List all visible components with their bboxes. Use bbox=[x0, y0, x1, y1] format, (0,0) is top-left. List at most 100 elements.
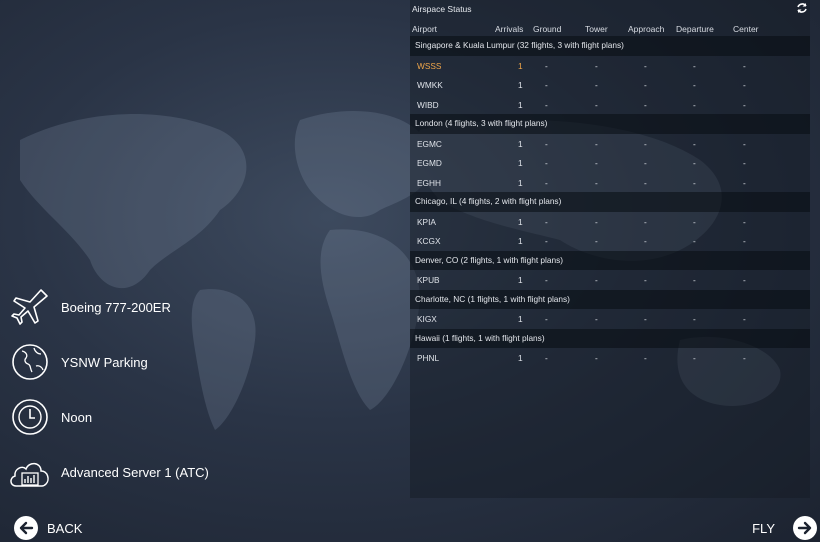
status-cell: - bbox=[595, 353, 598, 363]
location-selector[interactable]: YSNW Parking bbox=[8, 338, 388, 386]
status-cell: - bbox=[545, 60, 548, 71]
table-header: Airport Arrivals Ground Tower Approach D… bbox=[410, 24, 810, 35]
status-cell: - bbox=[545, 236, 548, 246]
airspace-status-panel: Airspace Status Airport Arrivals Ground … bbox=[410, 0, 810, 498]
status-cell: - bbox=[693, 236, 696, 246]
airport-code: EGMC bbox=[417, 138, 442, 149]
airport-code: KIGX bbox=[417, 314, 437, 324]
back-button[interactable]: BACK bbox=[14, 515, 82, 541]
status-cell: - bbox=[595, 177, 598, 188]
table-row[interactable]: KPIA 1 - - - - - bbox=[410, 212, 810, 232]
status-cell: - bbox=[595, 158, 598, 168]
status-cell: - bbox=[644, 216, 647, 227]
status-cell: - bbox=[595, 60, 598, 71]
panel-title: Airspace Status bbox=[412, 4, 472, 14]
status-cell: - bbox=[743, 275, 746, 285]
table-row[interactable]: PHNL 1 - - - - - bbox=[410, 348, 810, 368]
arrivals-count: 1 bbox=[518, 314, 523, 324]
table-row[interactable]: KIGX 1 - - - - - bbox=[410, 309, 810, 329]
table-row[interactable]: WIBD 1 - - - - - bbox=[410, 95, 810, 115]
status-cell: - bbox=[545, 314, 548, 324]
table-row[interactable]: WMKK 1 - - - - - bbox=[410, 75, 810, 95]
table-row[interactable]: WSSS 1 - - - - - bbox=[410, 56, 810, 76]
status-cell: - bbox=[545, 80, 548, 90]
table-row[interactable]: EGMD 1 - - - - - bbox=[410, 153, 810, 173]
status-cell: - bbox=[743, 158, 746, 168]
server-cloud-icon bbox=[8, 450, 52, 494]
status-cell: - bbox=[644, 177, 647, 188]
airspace-table: Singapore & Kuala Lumpur (32 flights, 3 … bbox=[410, 36, 810, 368]
status-cell: - bbox=[595, 138, 598, 149]
table-row[interactable]: KCGX 1 - - - - - bbox=[410, 231, 810, 251]
airport-code: KPIA bbox=[417, 216, 436, 227]
status-cell: - bbox=[595, 314, 598, 324]
col-arrivals: Arrivals bbox=[495, 24, 524, 34]
status-cell: - bbox=[743, 177, 746, 188]
globe-icon bbox=[8, 340, 52, 384]
status-cell: - bbox=[644, 138, 647, 149]
airport-code: KPUB bbox=[417, 275, 440, 285]
table-row[interactable]: KPUB 1 - - - - - bbox=[410, 270, 810, 290]
status-cell: - bbox=[743, 353, 746, 363]
status-cell: - bbox=[693, 60, 696, 71]
location-label: YSNW Parking bbox=[61, 354, 148, 370]
col-airport: Airport bbox=[412, 24, 438, 34]
aircraft-selector[interactable]: Boeing 777-200ER bbox=[8, 283, 388, 331]
status-cell: - bbox=[644, 314, 647, 324]
status-cell: - bbox=[644, 158, 647, 168]
airport-code: EGHH bbox=[417, 177, 441, 188]
status-cell: - bbox=[693, 80, 696, 90]
back-label: BACK bbox=[47, 520, 83, 536]
arrivals-count: 1 bbox=[518, 236, 523, 246]
arrivals-count: 1 bbox=[518, 216, 523, 227]
arrivals-count: 1 bbox=[518, 138, 523, 149]
col-departure: Departure bbox=[676, 24, 714, 34]
status-cell: - bbox=[743, 138, 746, 149]
time-selector[interactable]: Noon bbox=[8, 393, 388, 441]
arrivals-count: 1 bbox=[518, 99, 523, 110]
region-group-header: London (4 flights, 3 with flight plans) bbox=[410, 114, 810, 134]
status-cell: - bbox=[545, 177, 548, 188]
airport-code: EGMD bbox=[417, 158, 442, 168]
region-group-header: Denver, CO (2 flights, 1 with flight pla… bbox=[410, 250, 810, 270]
col-center: Center bbox=[733, 24, 759, 34]
aircraft-label: Boeing 777-200ER bbox=[61, 299, 171, 315]
table-row[interactable]: EGMC 1 - - - - - bbox=[410, 134, 810, 154]
arrivals-count: 1 bbox=[518, 275, 523, 285]
region-group-header: Singapore & Kuala Lumpur (32 flights, 3 … bbox=[410, 36, 810, 56]
status-cell: - bbox=[743, 99, 746, 110]
status-cell: - bbox=[545, 275, 548, 285]
status-cell: - bbox=[693, 158, 696, 168]
status-cell: - bbox=[644, 60, 647, 71]
airplane-icon bbox=[8, 285, 52, 329]
status-cell: - bbox=[693, 314, 696, 324]
table-row[interactable]: EGHH 1 - - - - - bbox=[410, 173, 810, 193]
server-label: Advanced Server 1 (ATC) bbox=[61, 464, 209, 480]
col-tower: Tower bbox=[585, 24, 608, 34]
status-cell: - bbox=[595, 275, 598, 285]
status-cell: - bbox=[545, 158, 548, 168]
status-cell: - bbox=[743, 80, 746, 90]
fly-label: FLY bbox=[752, 520, 775, 536]
time-label: Noon bbox=[61, 409, 93, 425]
status-cell: - bbox=[693, 216, 696, 227]
fly-button[interactable]: FLY bbox=[752, 515, 817, 541]
status-cell: - bbox=[545, 99, 548, 110]
arrow-left-icon bbox=[14, 516, 38, 540]
airport-code: WIBD bbox=[417, 99, 439, 110]
status-cell: - bbox=[743, 314, 746, 324]
status-cell: - bbox=[743, 236, 746, 246]
status-cell: - bbox=[693, 99, 696, 110]
status-cell: - bbox=[743, 60, 746, 71]
status-cell: - bbox=[693, 353, 696, 363]
status-cell: - bbox=[644, 236, 647, 246]
status-cell: - bbox=[545, 216, 548, 227]
airport-code: WMKK bbox=[417, 80, 443, 90]
refresh-icon[interactable] bbox=[796, 2, 808, 14]
col-ground: Ground bbox=[533, 24, 562, 34]
status-cell: - bbox=[693, 138, 696, 149]
server-selector[interactable]: Advanced Server 1 (ATC) bbox=[8, 448, 388, 496]
region-group-header: Chicago, IL (4 flights, 2 with flight pl… bbox=[410, 192, 810, 212]
status-cell: - bbox=[693, 177, 696, 188]
status-cell: - bbox=[644, 99, 647, 110]
